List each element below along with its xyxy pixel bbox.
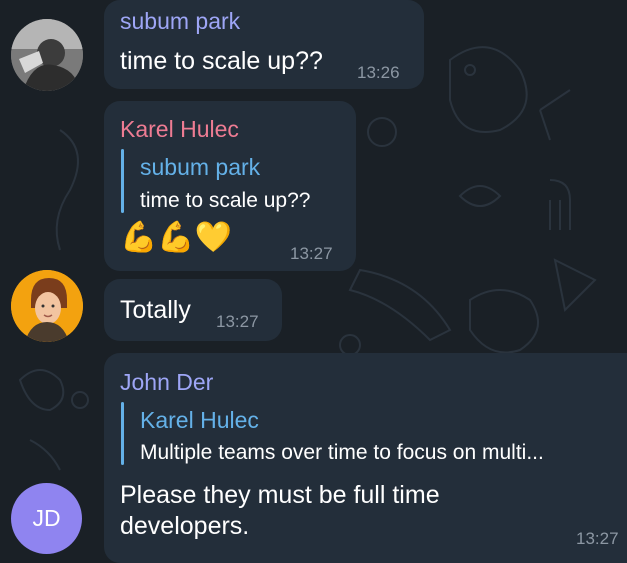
message-time: 13:27 [216, 312, 259, 331]
message-text-line: Please they must be full time [120, 481, 440, 509]
message-bubble[interactable]: Karel Hulec subum park time to scale up?… [104, 101, 356, 271]
avatar-jd[interactable]: JD [11, 483, 82, 554]
message-time: 13:26 [357, 63, 400, 82]
reply-text[interactable]: Multiple teams over time to focus on mul… [140, 441, 544, 465]
message-bubble[interactable]: Totally 13:27 [104, 279, 282, 341]
message-bubble[interactable]: John Der Karel Hulec Multiple teams over… [104, 353, 627, 563]
avatar-cartoon[interactable] [11, 270, 83, 342]
emoji-message: 💪💪💛 [120, 221, 233, 254]
message-text-line: developers. [120, 512, 250, 540]
sender-name[interactable]: John Der [120, 369, 213, 396]
photo-avatar-grayscale-icon [11, 19, 83, 91]
reply-sender-name[interactable]: Karel Hulec [140, 407, 259, 434]
message-bubble[interactable]: subum park time to scale up?? 13:26 [104, 0, 424, 89]
message-time: 13:27 [290, 244, 333, 263]
reply-quote-bar [121, 149, 124, 213]
photo-avatar-cartoon-icon [11, 270, 83, 342]
message-time: 13:27 [576, 529, 619, 548]
reply-quote-bar [121, 402, 124, 465]
avatar-subum-park[interactable] [11, 19, 83, 91]
reply-sender-name[interactable]: subum park [140, 154, 260, 181]
avatar-initials: JD [32, 505, 61, 531]
sender-name[interactable]: subum park [120, 8, 240, 35]
sender-name[interactable]: Karel Hulec [120, 116, 239, 143]
message-text: time to scale up?? [120, 47, 323, 75]
reply-text[interactable]: time to scale up?? [140, 189, 310, 213]
message-text: Totally [120, 296, 191, 324]
